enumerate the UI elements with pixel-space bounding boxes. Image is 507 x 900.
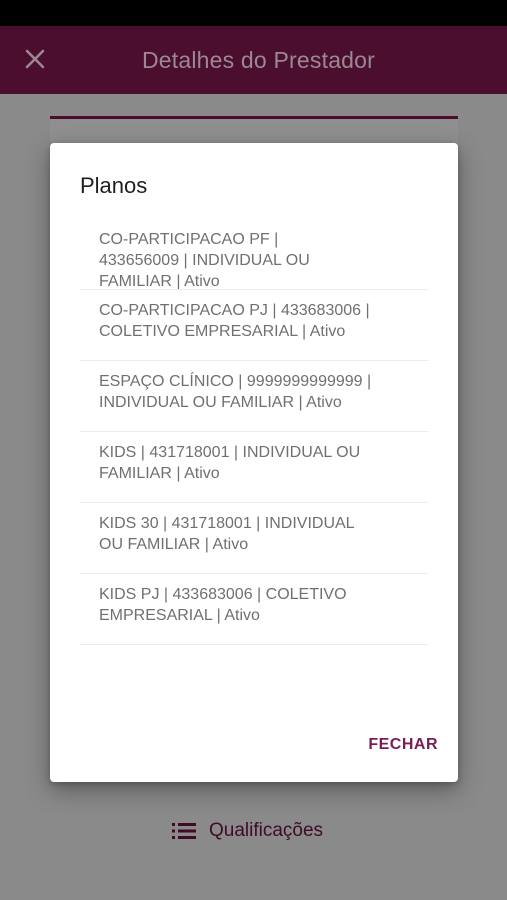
plan-text: ESPAÇO CLÍNICO | 9999999999999 | INDIVID… bbox=[99, 373, 372, 411]
plan-text: KIDS 30 | 431718001 | INDIVIDUAL OU FAMI… bbox=[99, 515, 355, 553]
list-item[interactable]: ESPAÇO CLÍNICO | 9999999999999 | INDIVID… bbox=[80, 361, 428, 432]
plan-text: CO-PARTICIPACAO PF | 433656009 | INDIVID… bbox=[99, 231, 310, 290]
list-item[interactable]: KIDS | 431718001 | INDIVIDUAL OU FAMILIA… bbox=[80, 432, 428, 503]
plan-text: KIDS | 431718001 | INDIVIDUAL OU FAMILIA… bbox=[99, 444, 361, 482]
list-icon bbox=[172, 823, 196, 839]
app-bar: Detalhes do Prestador bbox=[0, 26, 507, 94]
list-item[interactable]: CO-PARTICIPACAO PF | 433656009 | INDIVID… bbox=[80, 219, 428, 290]
list-item[interactable]: KIDS 30 | 431718001 | INDIVIDUAL OU FAMI… bbox=[80, 503, 428, 574]
list-item[interactable]: CO-PARTICIPACAO PJ | 433683006 | COLETIV… bbox=[80, 290, 428, 361]
qualificacoes-button[interactable]: Qualificações bbox=[172, 817, 323, 845]
plan-text: KIDS PJ | 433683006 | COLETIVO EMPRESARI… bbox=[99, 586, 347, 624]
page-title: Detalhes do Prestador bbox=[141, 46, 376, 73]
qualificacoes-label: Qualificações bbox=[209, 820, 324, 841]
dialog-title: Planos bbox=[80, 173, 148, 198]
status-bar bbox=[0, 0, 507, 26]
plan-text: CO-PARTICIPACAO PJ | 433683006 | COLETIV… bbox=[99, 302, 370, 340]
plan-list: CO-PARTICIPACAO PF | 433656009 | INDIVID… bbox=[80, 219, 428, 645]
list-item[interactable]: KIDS PJ | 433683006 | COLETIVO EMPRESARI… bbox=[80, 574, 428, 645]
plans-dialog: Planos CO-PARTICIPACAO PF | 433656009 | … bbox=[50, 143, 458, 782]
screen: Detalhes do Prestador Qualificações Plan… bbox=[0, 0, 507, 900]
fechar-button[interactable]: FECHAR bbox=[368, 736, 438, 754]
